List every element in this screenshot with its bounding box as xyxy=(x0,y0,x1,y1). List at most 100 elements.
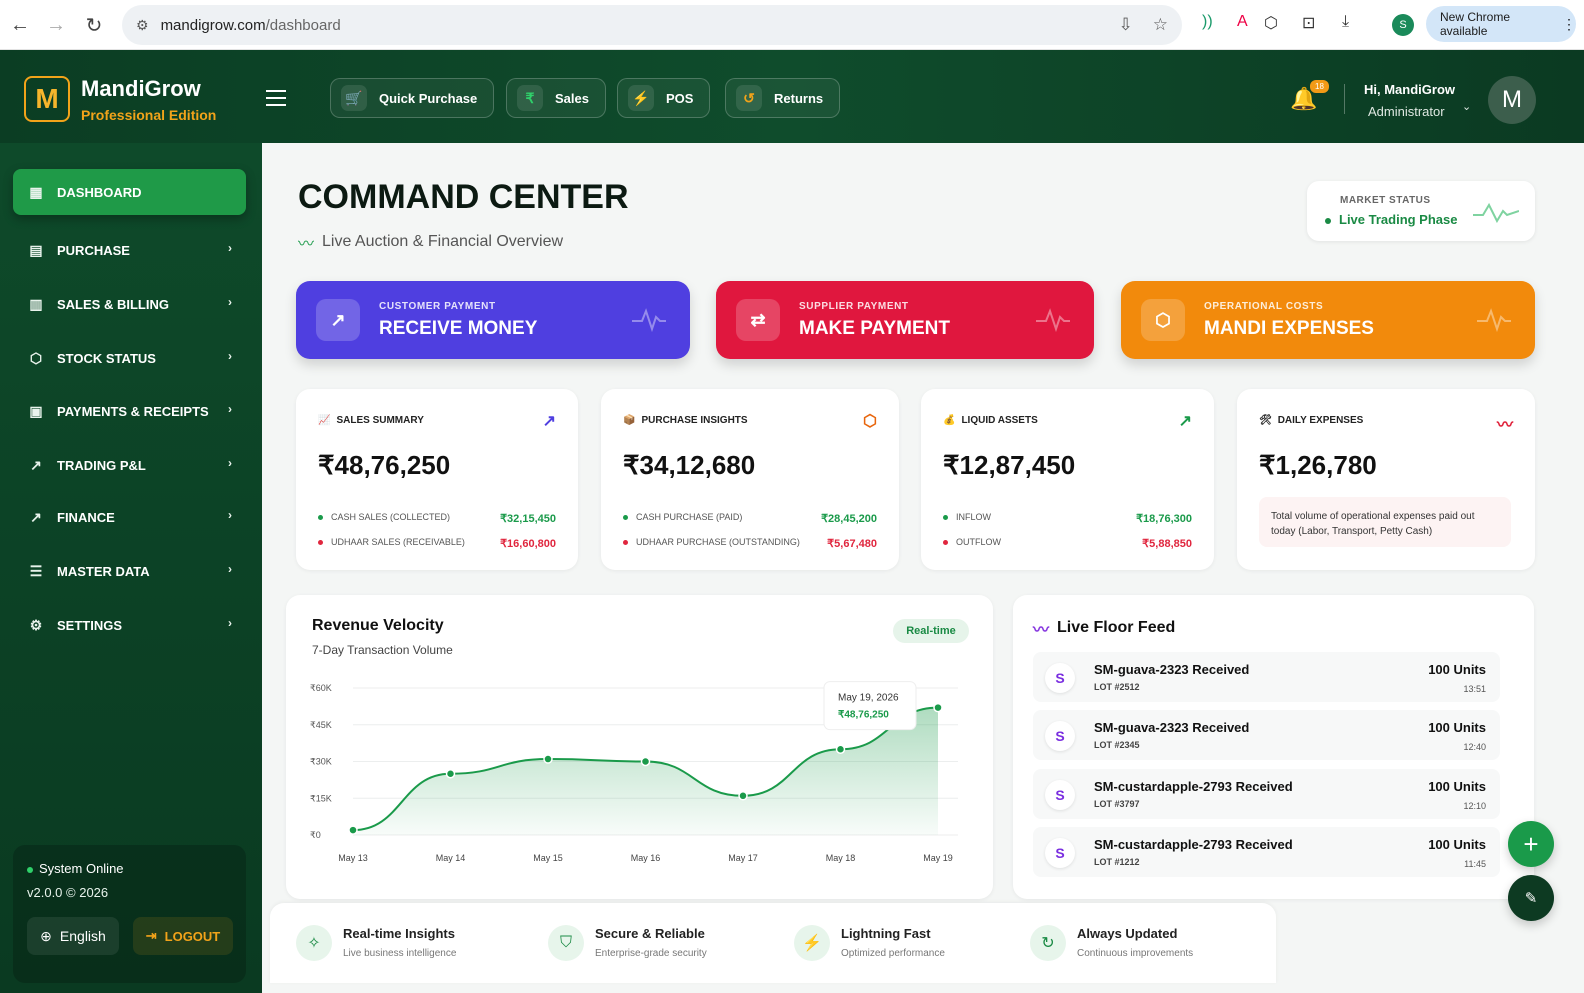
stat-row-value: ₹16,60,800 xyxy=(500,538,556,550)
stat-row-label: OUTFLOW xyxy=(943,537,1001,550)
site-settings-icon[interactable]: ⚙ xyxy=(136,17,149,34)
chevron-down-icon[interactable]: ⌄ xyxy=(1462,100,1471,113)
logout-button[interactable]: ⇥ LOGOUT xyxy=(133,917,233,955)
list-item[interactable]: S SM-guava-2323 Received LOT #2345 100 Unit… xyxy=(1033,710,1500,760)
y-tick-label: ₹0 xyxy=(310,830,321,840)
liquid-assets-card[interactable]: 💰 LIQUID ASSETS ↗ ₹12,87,450 INFLOW ₹18,76… xyxy=(921,389,1214,570)
stat-row: OUTFLOW ₹5,88,850 xyxy=(943,537,1192,550)
add-button[interactable]: + xyxy=(1508,821,1554,867)
tab-search-icon[interactable]: ⊡ xyxy=(1302,13,1315,33)
install-icon[interactable]: ⇩ xyxy=(1119,15,1133,35)
extension-puzzle-icon[interactable]: ⬡ xyxy=(1264,13,1278,33)
sidebar-item-label: FINANCE xyxy=(57,509,115,525)
returns-button[interactable]: ↺ Returns xyxy=(725,78,841,118)
list-item[interactable]: S SM-custardapple-2793 Received LOT #3797 1… xyxy=(1033,769,1500,819)
list-item[interactable]: S SM-custardapple-2793 Received LOT #1212 1… xyxy=(1033,827,1500,877)
sales-summary-card[interactable]: 📈 SALES SUMMARY ↗ ₹48,76,250 CASH SALES (… xyxy=(296,389,578,570)
user-greeting[interactable]: Hi, MandiGrow xyxy=(1364,82,1455,97)
logout-label: LOGOUT xyxy=(164,928,221,944)
quick-action-label: Sales xyxy=(555,90,589,106)
new-chrome-label: New Chrome available xyxy=(1440,10,1511,38)
feed-item-name: SM-custardapple-2793 Received xyxy=(1094,837,1293,852)
bookmark-star-icon[interactable]: ☆ xyxy=(1153,15,1168,35)
status-dot xyxy=(1325,217,1331,224)
page-subtitle: 〰 Live Auction & Financial Overview xyxy=(298,230,563,254)
sidebar-item-sales-billing[interactable]: ▥ SALES & BILLING › xyxy=(13,281,246,327)
action-title: MANDI EXPENSES xyxy=(1204,318,1374,339)
stat-row-label: CASH SALES (COLLECTED) xyxy=(318,512,450,525)
arrow-up-right-icon: ↗ xyxy=(1178,413,1192,430)
x-tick-label: May 14 xyxy=(436,853,466,863)
action-title: RECEIVE MONEY xyxy=(379,318,538,339)
revenue-chart-card: ₹0 ₹15K ₹30K ₹45K ₹60K May 13 May 14 May 15 May … xyxy=(286,595,993,899)
feed-item-lot: LOT #2512 xyxy=(1094,682,1140,692)
trend-up-icon: ↗ xyxy=(30,508,42,525)
action-label: CUSTOMER PAYMENT xyxy=(379,301,496,312)
extension-audio-icon[interactable]: )) xyxy=(1202,13,1213,31)
feed-item-lot: LOT #1212 xyxy=(1094,857,1140,867)
extension-a-icon[interactable]: A xyxy=(1237,13,1248,31)
forward-icon[interactable]: → xyxy=(36,5,76,45)
feed-item-units: 100 Units xyxy=(1428,779,1486,794)
sidebar: ▦ DASHBOARD ▤ PURCHASE › ▥ SALES & BILLING › ⬡ ST… xyxy=(0,143,262,993)
avatar: S xyxy=(1045,663,1075,693)
chevron-right-icon: › xyxy=(228,616,232,630)
sidebar-item-finance[interactable]: ↗ FINANCE › xyxy=(13,494,246,540)
quick-purchase-button[interactable]: 🛒 Quick Purchase xyxy=(330,78,495,118)
arrow-up-right-icon: ↗ xyxy=(316,299,360,341)
stat-row-value: ₹28,45,200 xyxy=(821,513,877,525)
reload-icon[interactable]: ↻ xyxy=(74,5,114,45)
action-title: MAKE PAYMENT xyxy=(799,318,950,339)
daily-expenses-card[interactable]: 🛠 DAILY EXPENSES 〰 ₹1,26,780 Total volume… xyxy=(1237,389,1535,570)
hamburger-menu-icon[interactable] xyxy=(266,90,286,106)
receipt-icon: ▤ xyxy=(29,241,43,258)
sidebar-item-stock-status[interactable]: ⬡ STOCK STATUS › xyxy=(13,335,246,381)
feed-item-lot: LOT #3797 xyxy=(1094,799,1140,809)
box-icon: ⬡ xyxy=(29,349,43,366)
mandi-expenses-card[interactable]: ⬡ OPERATIONAL COSTS MANDI EXPENSES xyxy=(1121,281,1535,359)
more-vert-icon[interactable]: ⋮ xyxy=(1562,16,1576,33)
sidebar-item-trading-p-l[interactable]: ↗ TRADING P&L › xyxy=(13,442,246,488)
make-payment-card[interactable]: ⇄ SUPPLIER PAYMENT MAKE PAYMENT xyxy=(716,281,1094,359)
feed-title: 〰 Live Floor Feed xyxy=(1033,616,1175,640)
feature-desc: Optimized performance xyxy=(841,948,945,959)
back-icon[interactable]: ← xyxy=(0,5,40,45)
url-path: /dashboard xyxy=(265,16,341,34)
divider xyxy=(1344,84,1345,114)
data-point xyxy=(640,756,651,767)
market-status-text: Live Trading Phase xyxy=(1339,212,1458,227)
stat-row: CASH PURCHASE (PAID) ₹28,45,200 xyxy=(623,512,877,525)
purchase-insights-card[interactable]: 📦 PURCHASE INSIGHTS ⬡ ₹34,12,680 CASH PUR… xyxy=(601,389,899,570)
live-floor-feed: 〰 Live Floor Feed S SM-guava-2323 Received… xyxy=(1013,595,1534,899)
package-icon: ⬡ xyxy=(863,413,877,430)
sidebar-item-master-data[interactable]: ☰ MASTER DATA › xyxy=(13,548,246,594)
list-item[interactable]: S SM-guava-2323 Received LOT #2512 100 Unit… xyxy=(1033,652,1500,702)
sidebar-item-settings[interactable]: ⚙ SETTINGS › xyxy=(13,602,246,648)
stat-row-value: ₹32,15,450 xyxy=(500,513,556,525)
pulse-icon: 〰 xyxy=(1033,622,1050,639)
data-point xyxy=(445,769,456,779)
avatar[interactable]: M xyxy=(1488,76,1536,124)
logout-icon: ⇥ xyxy=(145,928,157,943)
stat-value: ₹48,76,250 xyxy=(318,450,451,480)
pos-button[interactable]: ⚡ POS xyxy=(617,78,711,118)
profile-avatar[interactable]: S xyxy=(1392,14,1414,36)
sidebar-item-label: SETTINGS xyxy=(57,617,123,633)
sparkle-icon: ✧ xyxy=(296,925,332,961)
status-dot xyxy=(27,866,33,873)
language-button[interactable]: ⊕ English xyxy=(27,917,119,955)
user-role: Administrator xyxy=(1368,104,1445,119)
sales-button[interactable]: ₹ Sales xyxy=(506,78,606,118)
feed-item-time: 11:45 xyxy=(1464,859,1486,869)
sidebar-item-purchase[interactable]: ▤ PURCHASE › xyxy=(13,227,246,273)
avatar: S xyxy=(1045,721,1075,751)
sidebar-item-payments-receipts[interactable]: ▣ PAYMENTS & RECEIPTS › xyxy=(13,388,246,434)
address-bar[interactable]: ⚙ mandigrow.com/dashboard ⇩ ☆ xyxy=(122,5,1182,45)
y-tick-label: ₹45K xyxy=(310,720,332,730)
new-chrome-button[interactable]: New Chrome available ⋮ xyxy=(1426,6,1576,42)
sidebar-item-dashboard[interactable]: ▦ DASHBOARD xyxy=(13,169,246,215)
download-icon[interactable]: ⤓ xyxy=(1342,13,1349,31)
stat-title: 🛠 DAILY EXPENSES xyxy=(1259,415,1363,426)
receive-money-card[interactable]: ↗ CUSTOMER PAYMENT RECEIVE MONEY xyxy=(296,281,690,359)
chat-button[interactable]: ✎ xyxy=(1508,875,1554,921)
